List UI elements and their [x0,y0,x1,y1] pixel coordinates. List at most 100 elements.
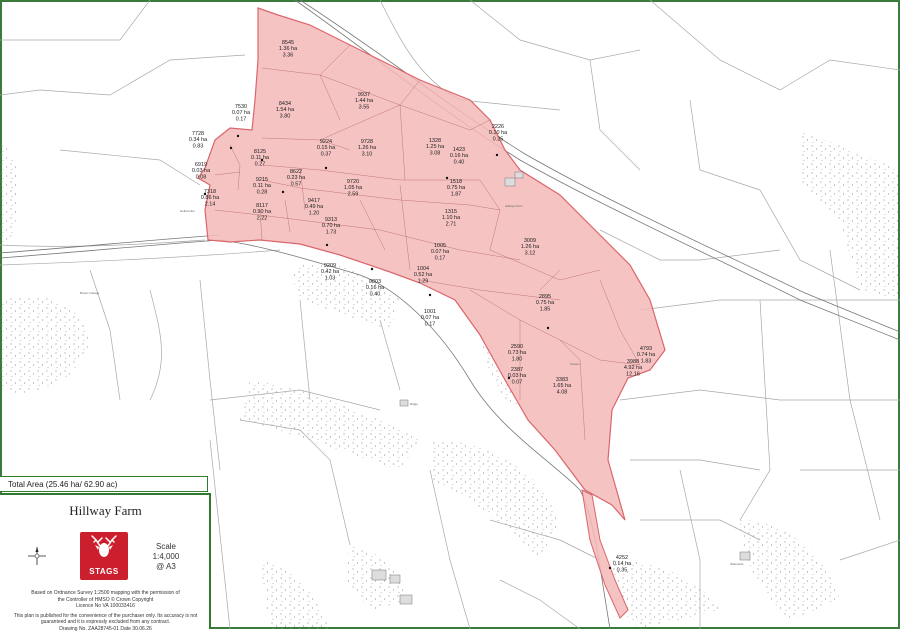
parcel-hectares: 0.34 ha [189,137,208,143]
parcel-acres: 0.17 [435,255,446,261]
parcel-number: 1328 [429,138,441,144]
parcel-hectares: 0.16 ha [450,153,469,159]
parcel-acres: 1.20 [309,210,320,216]
parcel-number: 3009 [524,238,536,244]
parcel-acres: 0.37 [321,151,332,157]
parcel-hectares: 0.23 ha [287,175,306,181]
parcel-hectares: 0.86 ha [201,195,220,201]
parcel-hectares: 1.65 ha [553,383,572,389]
compass-rose-icon [27,546,47,566]
parcel-number: 6919 [195,162,207,168]
parcel-acres: 3.08 [430,150,441,156]
parcel-number: 2387 [511,367,523,373]
parcel-number: 1518 [450,179,462,185]
parcel-acres: 0.57 [291,181,302,187]
parcel-number: 9728 [361,139,373,145]
parcel-number: 9417 [308,198,320,204]
parcel-hectares: 1.26 ha [521,244,540,250]
parcel-acres: 3.12 [525,250,536,256]
parcel-hectares: 0.42 ha [321,269,340,275]
parcel-acres: 3.55 [359,104,370,110]
parcel-number: 8434 [279,101,291,107]
parcel-number: 8117 [256,203,268,209]
parcel-acres: 0.07 [512,379,523,385]
credits: Based on Ordnance Survey 1:2500 mapping … [4,590,207,632]
parcel-acres: 2.14 [205,201,216,207]
svg-text:Brook Cottage: Brook Cottage [80,291,100,295]
parcel-acres: 1.73 [326,229,337,235]
svg-text:Hillway Farm: Hillway Farm [505,204,523,208]
parcel-acres: 1.87 [451,191,462,197]
parcel-hectares: 0.03 ha [192,168,211,174]
parcel-number: 1005 [434,243,446,249]
parcel-acres: 0.08 [196,174,207,180]
parcel-hectares: 0.75 ha [536,300,555,306]
parcel-hectares: 1.25 ha [426,144,445,150]
svg-text:Waterside: Waterside [730,562,744,566]
parcel-number: 2590 [511,344,523,350]
parcel-acres: 3.36 [283,52,294,58]
scale-block: Scale 1:4,000 @ A3 [140,542,192,572]
parcel-acres: 0.83 [193,143,204,149]
parcel-number: 9215 [256,177,268,183]
parcel-number: 7728 [192,131,204,137]
parcel-acres: 0.28 [257,189,268,195]
parcel-number: 8622 [290,169,302,175]
parcel-acres: 3.80 [280,113,291,119]
parcel-hectares: 0.70 ha [322,223,341,229]
parcel-acres: 1.83 [641,358,652,364]
parcel-label-2226: 22260.10 ha0.25 [489,124,508,142]
parcel-number: 7318 [204,189,216,195]
parcel-acres: 2.59 [348,191,359,197]
parcel-hectares: 0.07 ha [232,110,251,116]
parcel-acres: 0.17 [425,321,436,327]
farm-title: Hillway Farm [0,503,211,519]
parcel-hectares: 0.52 ha [414,272,433,278]
parcel-number: 1004 [417,266,429,272]
parcel-number: 1315 [445,209,457,215]
total-area-label: Total Area (25.46 ha/ 62.90 ac) [0,476,208,492]
parcel-number: 3383 [556,377,568,383]
parcel-hectares: 0.11 ha [253,183,272,189]
parcel-label-7728: 77280.34 ha0.83 [189,131,208,149]
parcel-hectares: 0.10 ha [489,130,508,136]
parcel-acres: 4.08 [557,389,568,395]
parcel-hectares: 1.36 ha [279,46,298,52]
parcel-hectares: 0.07 ha [421,315,440,321]
logo-text: STAGS [80,567,128,576]
parcel-hectares: 1.10 ha [442,215,461,221]
parcel-hectares: 0.07 ha [431,249,450,255]
parcel-hectares: 1.05 ha [344,185,363,191]
parcel-number: 9224 [320,139,332,145]
parcel-hectares: 4.92 ha [624,365,643,371]
svg-text:Hollicombe: Hollicombe [180,209,195,213]
parcel-hectares: 0.49 ha [305,204,324,210]
parcel-number: 2226 [492,124,504,130]
parcel-acres: 0.35 [617,567,628,573]
parcel-acres: 0.17 [236,116,247,122]
credit-line: Based on Ordnance Survey 1:2500 mapping … [4,590,207,597]
parcel-number: 4252 [616,555,628,561]
parcel-acres: 1.03 [325,275,336,281]
parcel-number: 8545 [282,40,294,46]
stag-head-icon [80,532,128,564]
parcel-acres: 0.40 [454,159,465,165]
parcel-hectares: 1.44 ha [355,98,374,104]
parcel-hectares: 1.26 ha [358,145,377,151]
parcel-hectares: 0.90 ha [253,209,272,215]
scale-ratio: 1:4,000 [140,552,192,562]
parcel-hectares: 0.11 ha [251,155,270,161]
parcel-acres: 0.25 [493,136,504,142]
parcel-number: 9209 [324,263,336,269]
parcel-number: 7530 [235,104,247,110]
parcel-hectares: 0.16 ha [366,285,385,291]
parcel-acres: 12.16 [626,371,640,377]
parcel-number: 1001 [424,309,436,315]
parcel-acres: 1.80 [512,356,523,362]
parcel-acres: 0.40 [370,291,381,297]
parcel-number: 0803 [369,279,381,285]
parcel-number: 2895 [539,294,551,300]
parcel-acres: 2.71 [446,221,457,227]
parcel-hectares: 0.14 ha [613,561,632,567]
scale-label: Scale [140,542,192,552]
